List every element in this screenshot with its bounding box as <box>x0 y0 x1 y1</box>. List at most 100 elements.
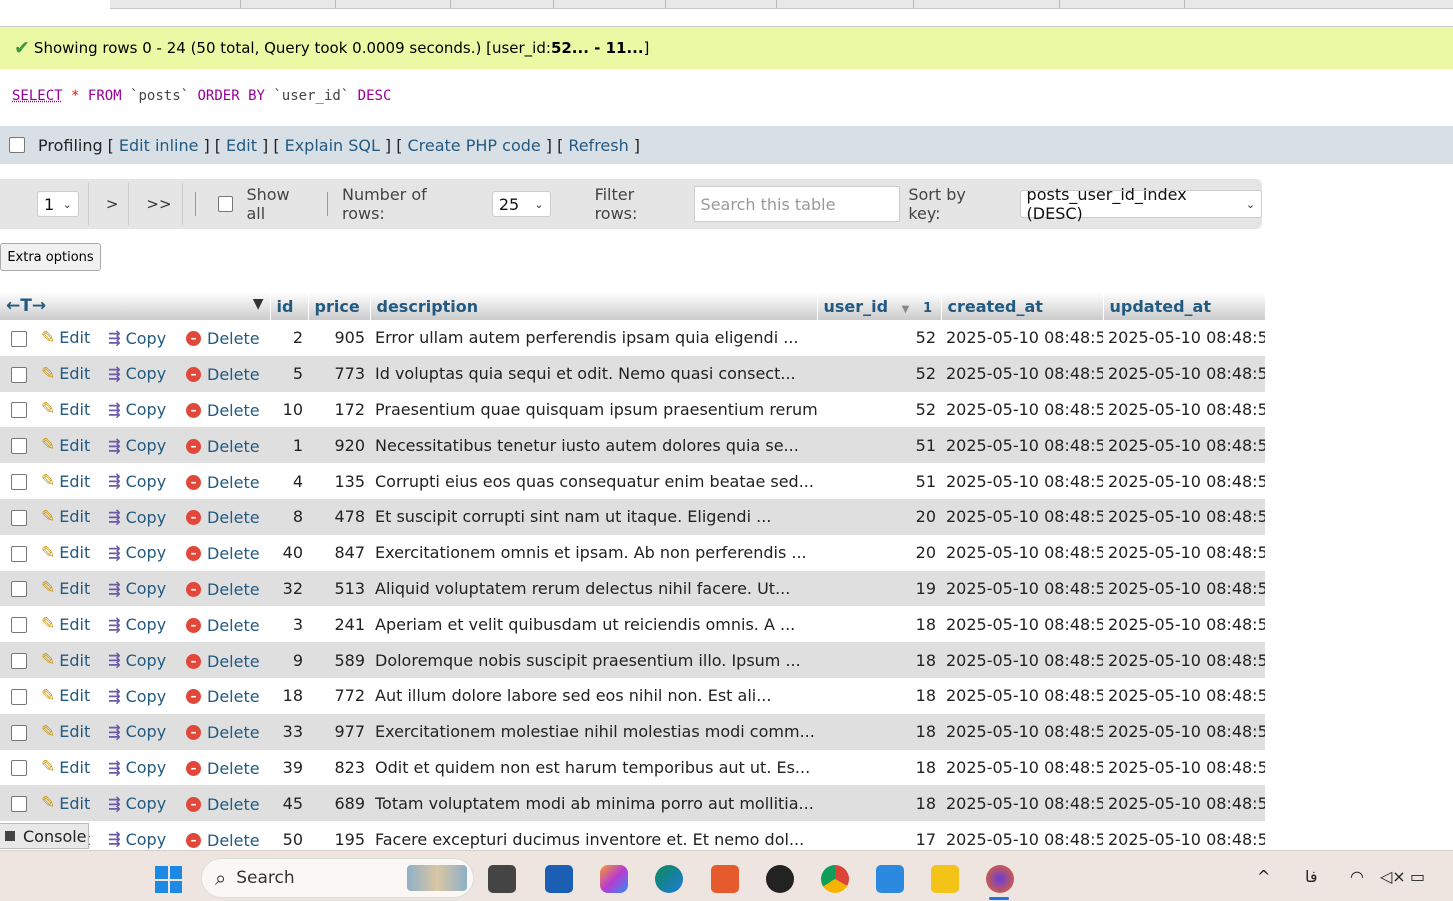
cell-updated-at[interactable]: 2025-05-10 08:48:52 <box>1103 749 1265 786</box>
row-checkbox[interactable] <box>11 509 27 526</box>
rows-select[interactable]: 25 ⌄ <box>491 191 551 217</box>
chevron-up-icon[interactable]: ^ <box>1257 867 1270 886</box>
cell-created-at[interactable]: 2025-05-10 08:48:52 <box>941 534 1103 571</box>
copy-row-button[interactable]: ⇶ Copy <box>108 508 166 527</box>
delete-row-button[interactable]: – Delete <box>186 723 260 742</box>
explain-sql-link[interactable]: Explain SQL <box>285 136 380 155</box>
store-icon[interactable] <box>545 865 573 893</box>
cell-id[interactable]: 4 <box>270 463 308 499</box>
row-checkbox[interactable] <box>11 402 27 419</box>
edit-inline-link[interactable]: Edit inline <box>119 136 199 155</box>
wifi-icon[interactable]: ◠ <box>1350 867 1364 886</box>
column-user-id[interactable]: user_id ▼ 1 <box>817 292 942 320</box>
delete-row-button[interactable]: – Delete <box>186 759 260 778</box>
cell-description[interactable]: Aperiam et velit quibusdam ut reiciendis… <box>370 606 817 643</box>
edit-row-button[interactable]: ✎Edit <box>41 507 90 527</box>
cell-user-id[interactable]: 20 <box>817 534 941 571</box>
delete-row-button[interactable]: – Delete <box>186 329 260 348</box>
copy-row-button[interactable]: ⇶ Copy <box>108 651 166 670</box>
edit-row-button[interactable]: ✎Edit <box>41 399 90 419</box>
cell-price[interactable]: 772 <box>308 677 370 714</box>
cell-user-id[interactable]: 52 <box>817 320 941 356</box>
page-select[interactable]: 1 ⌄ <box>37 191 79 217</box>
cell-user-id[interactable]: 52 <box>817 391 941 428</box>
cell-created-at[interactable]: 2025-05-10 08:48:52 <box>941 713 1103 750</box>
cell-user-id[interactable]: 18 <box>817 713 941 750</box>
copy-row-button[interactable]: ⇶ Copy <box>108 615 166 634</box>
profiling-checkbox[interactable] <box>9 137 25 153</box>
battery-icon[interactable]: ▭ <box>1410 867 1425 886</box>
copy-row-button[interactable]: ⇶ Copy <box>108 579 166 598</box>
cell-created-at[interactable]: 2025-05-10 08:48:52 <box>941 355 1103 392</box>
xampp-icon[interactable] <box>711 865 739 893</box>
cell-price[interactable]: 513 <box>308 570 370 607</box>
column-description[interactable]: description <box>370 292 818 320</box>
cell-user-id[interactable]: 19 <box>817 570 941 607</box>
console-toggle[interactable]: Console <box>0 823 89 849</box>
cell-price[interactable]: 823 <box>308 749 370 786</box>
cell-created-at[interactable]: 2025-05-10 08:48:52 <box>941 463 1103 499</box>
copy-row-button[interactable]: ⇶ Copy <box>108 543 166 562</box>
sort-select[interactable]: posts_user_id_index (DESC) ⌄ <box>1019 185 1263 223</box>
cell-updated-at[interactable]: 2025-05-10 08:48:52 <box>1103 677 1265 714</box>
chrome-icon[interactable] <box>821 865 849 893</box>
cell-user-id[interactable]: 18 <box>817 642 941 678</box>
cell-description[interactable]: Et suscipit corrupti sint nam ut itaque.… <box>370 498 817 535</box>
cell-description[interactable]: Totam voluptatem modi ab minima porro au… <box>370 785 817 822</box>
delete-row-button[interactable]: – Delete <box>186 652 260 671</box>
cell-updated-at[interactable]: 2025-05-10 08:48:52 <box>1103 427 1265 464</box>
show-all-checkbox[interactable] <box>217 196 234 212</box>
delete-row-button[interactable]: – Delete <box>186 365 260 384</box>
cell-created-at[interactable]: 2025-05-10 08:48:52 <box>941 606 1103 643</box>
cell-id[interactable]: 9 <box>270 642 308 678</box>
delete-row-button[interactable]: – Delete <box>186 795 260 814</box>
row-checkbox[interactable] <box>11 474 27 491</box>
create-php-link[interactable]: Create PHP code <box>407 136 540 155</box>
copy-row-button[interactable]: ⇶ Copy <box>108 364 166 383</box>
column-updated-at[interactable]: updated_at <box>1103 292 1266 320</box>
delete-row-button[interactable]: – Delete <box>186 580 260 599</box>
row-checkbox[interactable] <box>11 796 27 813</box>
cell-user-id[interactable]: 18 <box>817 606 941 643</box>
cell-price[interactable]: 172 <box>308 391 370 428</box>
arrows-icon[interactable]: ←T→ <box>6 296 46 316</box>
edit-row-button[interactable]: ✎Edit <box>41 364 90 384</box>
vscode-icon[interactable] <box>876 865 904 893</box>
cell-user-id[interactable]: 20 <box>817 498 941 535</box>
cell-user-id[interactable]: 18 <box>817 677 941 714</box>
cell-price[interactable]: 905 <box>308 320 370 356</box>
cell-id[interactable]: 10 <box>270 391 308 428</box>
cell-updated-at[interactable]: 2025-05-10 08:48:52 <box>1103 534 1265 571</box>
delete-row-button[interactable]: – Delete <box>186 437 260 456</box>
cell-created-at[interactable]: 2025-05-10 08:48:52 <box>941 320 1103 356</box>
cell-price[interactable]: 589 <box>308 642 370 678</box>
delete-row-button[interactable]: – Delete <box>186 831 260 850</box>
cell-updated-at[interactable]: 2025-05-10 08:48:52 <box>1103 642 1265 678</box>
cell-updated-at[interactable]: 2025-05-10 08:48:52 <box>1103 320 1265 356</box>
copy-row-button[interactable]: ⇶ Copy <box>108 794 166 813</box>
cell-id[interactable]: 45 <box>270 785 308 822</box>
cell-updated-at[interactable]: 2025-05-10 08:48:52 <box>1103 391 1265 428</box>
edit-row-button[interactable]: ✎Edit <box>41 793 90 813</box>
row-checkbox[interactable] <box>11 724 27 741</box>
cell-created-at[interactable]: 2025-05-10 08:48:52 <box>941 785 1103 822</box>
column-toggle-header[interactable]: ←T→ ▼ <box>0 292 271 320</box>
windows-start-icon[interactable] <box>155 866 182 893</box>
copy-row-button[interactable]: ⇶ Copy <box>108 758 166 777</box>
cell-description[interactable]: Praesentium quae quisquam ipsum praesent… <box>370 391 817 428</box>
cell-description[interactable]: Id voluptas quia sequi et odit. Nemo qua… <box>370 355 817 392</box>
row-checkbox[interactable] <box>11 653 27 670</box>
cell-updated-at[interactable]: 2025-05-10 08:48:52 <box>1103 355 1265 392</box>
sort-arrow-icon[interactable]: ▼ <box>253 296 264 312</box>
copy-row-button[interactable]: ⇶ Copy <box>108 687 166 706</box>
row-checkbox[interactable] <box>11 760 27 777</box>
cell-created-at[interactable]: 2025-05-10 08:48:52 <box>941 427 1103 464</box>
column-price[interactable]: price <box>308 292 371 320</box>
edge-icon[interactable] <box>655 865 683 893</box>
cell-price[interactable]: 977 <box>308 713 370 750</box>
edit-row-button[interactable]: ✎Edit <box>41 578 90 598</box>
sql-select[interactable]: SELECT <box>12 88 63 104</box>
cell-id[interactable]: 1 <box>270 427 308 464</box>
cell-price[interactable]: 241 <box>308 606 370 643</box>
edit-row-button[interactable]: ✎Edit <box>41 435 90 455</box>
